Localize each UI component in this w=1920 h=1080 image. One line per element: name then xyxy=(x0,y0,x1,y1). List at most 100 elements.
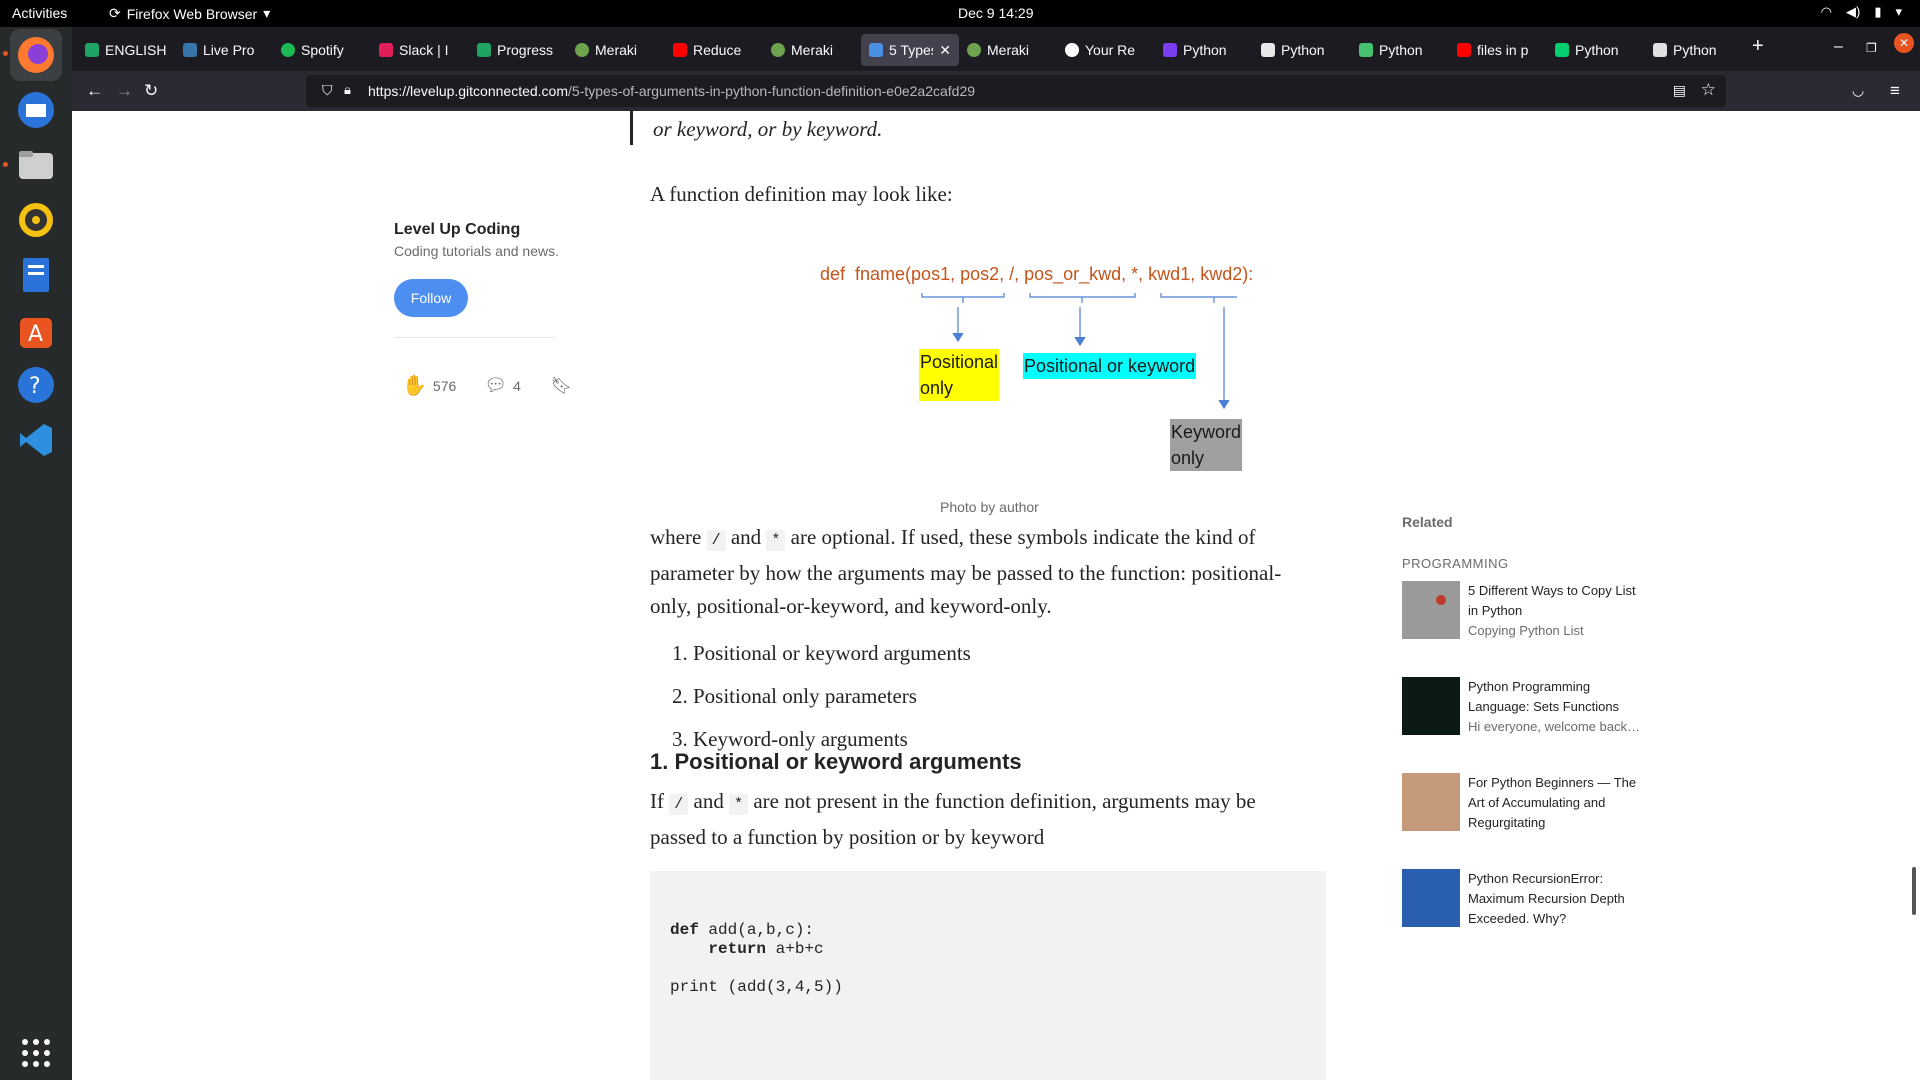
app-menu[interactable]: ⟳ Firefox Web Browser ▾ xyxy=(109,5,270,22)
app-name: Firefox Web Browser xyxy=(126,5,258,22)
lock-icon[interactable]: 🔒︎ xyxy=(344,82,351,98)
tab[interactable]: ENGLISH xyxy=(77,34,175,66)
activities-button[interactable]: Activities xyxy=(12,5,67,21)
label-positional-only: Positional only xyxy=(919,349,1000,401)
url-bar[interactable]: ⛉ 🔒︎ https://levelup.gitconnected.com/5-… xyxy=(306,75,1726,107)
related-title: Python Programming Language: Sets Functi… xyxy=(1468,679,1620,714)
code-block[interactable]: def add(a,b,c): return a+b+c print (add(… xyxy=(650,871,1326,1080)
pocket-icon[interactable]: ◡ xyxy=(1852,82,1864,99)
divider xyxy=(394,337,555,338)
related-heading: Related xyxy=(1402,514,1453,530)
gnome-top-bar: Activities ⟳ Firefox Web Browser ▾ Dec 9… xyxy=(0,0,1920,27)
related-thumbnail xyxy=(1402,869,1460,927)
related-subtitle: Copying Python List xyxy=(1468,623,1584,638)
dock-files[interactable] xyxy=(10,139,62,191)
clock[interactable]: Dec 9 14:29 xyxy=(958,5,1034,21)
svg-text:?: ? xyxy=(29,374,41,399)
back-icon[interactable]: ← xyxy=(86,81,103,101)
restore-icon[interactable]: ❐ xyxy=(1866,41,1877,55)
tab[interactable]: files in p xyxy=(1449,34,1547,66)
related-title: Python RecursionError: Maximum Recursion… xyxy=(1468,871,1625,926)
blockquote-bar xyxy=(630,111,633,145)
paragraph: If / and * are not present in the functi… xyxy=(650,789,1256,849)
nav-bar: ← → ↻ ⛉ 🔒︎ https://levelup.gitconnected.… xyxy=(72,71,1920,111)
volume-icon: ◀) xyxy=(1845,4,1861,19)
meraki-icon xyxy=(771,43,785,57)
system-tray[interactable]: ◠ ◀) ▮ ▾ xyxy=(1821,4,1902,20)
reader-view-icon[interactable]: ▤ xyxy=(1673,82,1686,99)
github-icon xyxy=(1065,43,1079,57)
tab[interactable]: Live Pro xyxy=(175,34,273,66)
slack-icon xyxy=(379,43,393,57)
related-thumbnail xyxy=(1402,773,1460,831)
figure-caption: Photo by author xyxy=(940,499,1039,515)
dock-thunderbird[interactable] xyxy=(10,84,62,136)
forward-icon[interactable]: → xyxy=(116,81,133,101)
tab[interactable]: Python xyxy=(1645,34,1743,66)
tab[interactable]: Progress xyxy=(469,34,567,66)
tab[interactable]: Meraki xyxy=(959,34,1057,66)
bookmark-add-icon[interactable]: 🔖︎ xyxy=(551,376,573,396)
writer-icon xyxy=(23,258,49,292)
inline-code: * xyxy=(729,794,749,815)
new-tab-icon[interactable]: + xyxy=(1752,35,1764,58)
url-text[interactable]: https://levelup.gitconnected.com/5-types… xyxy=(368,83,975,99)
tab[interactable]: Slack | I xyxy=(371,34,469,66)
tab[interactable]: Python xyxy=(1253,34,1351,66)
menu-icon[interactable]: ≡ xyxy=(1890,81,1900,101)
related-thumbnail xyxy=(1402,581,1460,639)
follow-button[interactable]: Follow xyxy=(394,279,468,317)
firefox-icon: ⟳ xyxy=(109,5,121,21)
page-content: or keyword, or by keyword. A function de… xyxy=(72,111,1920,1080)
show-apps-button[interactable] xyxy=(10,1027,62,1079)
related-tag[interactable]: PROGRAMMING xyxy=(1402,556,1509,571)
related-subtitle: Hi everyone, welcome back… xyxy=(1468,719,1640,734)
youtube-icon xyxy=(673,43,687,57)
minimize-icon[interactable]: – xyxy=(1834,38,1843,56)
spotify-icon xyxy=(281,43,295,57)
bookmark-star-icon[interactable]: ☆ xyxy=(1701,80,1716,100)
tab[interactable]: Your Re xyxy=(1057,34,1155,66)
tab[interactable]: Python xyxy=(1351,34,1449,66)
dock-rhythmbox[interactable] xyxy=(10,194,62,246)
python-icon xyxy=(1163,43,1177,57)
publication-name[interactable]: Level Up Coding xyxy=(394,221,520,239)
dock-firefox[interactable] xyxy=(10,29,62,81)
dock-software[interactable]: A xyxy=(10,304,62,356)
rhythmbox-icon xyxy=(19,203,53,237)
tab[interactable]: Python xyxy=(1547,34,1645,66)
publication-description: Coding tutorials and news. xyxy=(394,243,559,259)
dock: A ? xyxy=(0,27,72,1080)
firefox-icon xyxy=(18,37,54,73)
close-tab-icon[interactable]: ✕ xyxy=(939,42,951,59)
tab[interactable]: Meraki xyxy=(763,34,861,66)
clap-count[interactable]: 576 xyxy=(433,378,456,394)
article-figure: def fname(pos1, pos2, /, pos_or_kwd, *, … xyxy=(677,261,1253,471)
list-item: 1. Positional or keyword arguments xyxy=(672,641,971,665)
inline-code: / xyxy=(706,530,726,551)
tab[interactable]: Python xyxy=(1155,34,1253,66)
comment-icon[interactable]: 💬︎ xyxy=(484,375,507,396)
battery-icon: ▮ xyxy=(1874,4,1882,19)
inline-code: * xyxy=(766,530,786,551)
python-icon xyxy=(183,43,197,57)
tab[interactable]: Meraki xyxy=(567,34,665,66)
thunderbird-icon xyxy=(18,92,54,128)
response-count[interactable]: 4 xyxy=(513,378,521,394)
tab-active[interactable]: 5 Types ✕ xyxy=(861,34,959,66)
meraki-icon xyxy=(575,43,589,57)
dock-writer[interactable] xyxy=(10,249,62,301)
close-window-icon[interactable]: ✕ xyxy=(1894,33,1914,53)
blockquote-text: or keyword, or by keyword. xyxy=(653,117,883,141)
clap-icon[interactable]: ✋ xyxy=(402,373,427,398)
reload-icon[interactable]: ↻ xyxy=(144,81,158,101)
scrollbar-thumb[interactable] xyxy=(1912,867,1916,915)
dock-vscode[interactable] xyxy=(10,414,62,466)
svg-text:A: A xyxy=(28,322,43,347)
tab[interactable]: Reduce xyxy=(665,34,763,66)
dock-help[interactable]: ? xyxy=(10,359,62,411)
sheets-icon xyxy=(477,43,491,57)
sheets-icon xyxy=(85,43,99,57)
shield-icon[interactable]: ⛉ xyxy=(322,82,333,99)
tab[interactable]: Spotify xyxy=(273,34,371,66)
